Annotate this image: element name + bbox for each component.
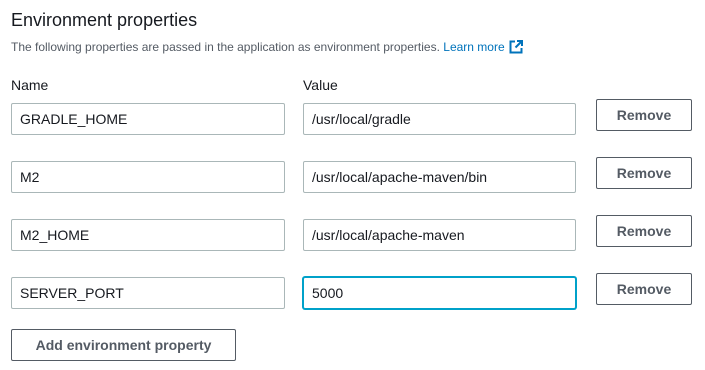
learn-more-label: Learn more [443, 40, 505, 54]
property-name-input[interactable] [11, 277, 285, 309]
property-name-input[interactable] [11, 103, 285, 135]
name-column-header: Name [11, 77, 49, 93]
section-title: Environment properties [11, 10, 198, 30]
external-link-icon [509, 40, 523, 54]
remove-property-button[interactable]: Remove [596, 215, 692, 247]
learn-more-link[interactable]: Learn more [443, 40, 523, 54]
remove-property-button[interactable]: Remove [596, 157, 692, 189]
property-name-input[interactable] [11, 161, 285, 193]
add-environment-property-button[interactable]: Add environment property [11, 329, 236, 361]
property-value-input[interactable] [303, 277, 576, 309]
value-column-header: Value [303, 77, 338, 93]
remove-property-button[interactable]: Remove [596, 99, 692, 131]
property-name-input[interactable] [11, 219, 285, 251]
property-value-input[interactable] [303, 103, 576, 135]
remove-property-button[interactable]: Remove [596, 273, 692, 305]
section-description: The following properties are passed in t… [11, 39, 523, 55]
description-text: The following properties are passed in t… [11, 40, 440, 54]
property-value-input[interactable] [303, 161, 576, 193]
property-value-input[interactable] [303, 219, 576, 251]
environment-properties-panel: Environment properties The following pro… [0, 0, 705, 370]
